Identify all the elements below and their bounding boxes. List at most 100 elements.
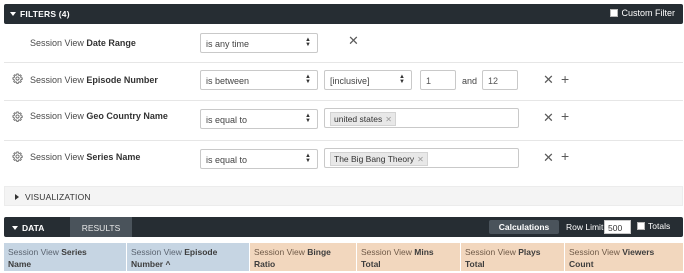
range-joiner-label: and (462, 76, 478, 86)
tab-results-label: RESULTS (81, 223, 121, 233)
filter-field-prefix: Session View (30, 38, 84, 48)
filter-field-label: Session View Geo Country Name (30, 111, 168, 121)
filters-header[interactable]: FILTERS (4) Custom Filter (4, 4, 683, 24)
gear-icon[interactable] (12, 73, 23, 84)
caret-down-icon (10, 12, 16, 16)
filter-field-name: Episode Number (86, 75, 158, 85)
remove-filter-icon[interactable]: ✕ (543, 73, 554, 86)
totals-label: Totals (648, 221, 671, 231)
filter-field-name: Geo Country Name (86, 111, 168, 121)
column-prefix: Session View (254, 247, 305, 257)
filter-field-label: Session View Episode Number (30, 75, 158, 85)
filter-row-date-range: Session View Date Range is any time ▲ ▼ ✕ (4, 26, 683, 60)
value-tag: The Big Bang Theory ✕ (330, 152, 428, 166)
tag-remove-icon[interactable]: ✕ (385, 115, 392, 124)
column-name: Binge (307, 247, 331, 257)
calculations-label: Calculations (498, 222, 550, 232)
results-table-header: Session View Series Name Session View Epi… (4, 243, 683, 271)
caret-down-icon (12, 226, 18, 230)
column-header-viewers-count[interactable]: Session View Viewers Count (565, 243, 683, 271)
range-high-input[interactable]: 12 (482, 70, 518, 90)
select-arrows-icon: ▲ ▼ (305, 74, 311, 85)
filter-field-name: Date Range (86, 38, 136, 48)
filter-field-prefix: Session View (30, 152, 84, 162)
select-arrows-icon: ▲ ▼ (305, 37, 311, 48)
column-name: Mins (414, 247, 434, 257)
tab-data[interactable]: DATA (4, 217, 70, 237)
filter-field-prefix: Session View (30, 75, 84, 85)
totals-toggle[interactable]: Totals (637, 221, 670, 231)
column-name-line2: Total (361, 259, 381, 269)
range-low-value: 1 (426, 76, 432, 86)
remove-filter-icon[interactable]: ✕ (348, 34, 359, 47)
operator-value: is any time (206, 39, 250, 49)
custom-filter-checkbox[interactable] (610, 9, 619, 17)
select-arrows-icon: ▲ ▼ (305, 113, 311, 124)
tag-remove-icon[interactable]: ✕ (417, 155, 424, 164)
column-name: Viewers (622, 247, 655, 257)
filter-field-label: Session View Date Range (30, 38, 136, 48)
gear-icon[interactable] (12, 111, 23, 122)
filter-field-name: Series Name (86, 152, 141, 162)
visualization-header[interactable]: VISUALIZATION (4, 186, 683, 206)
column-name-line2: Name (8, 259, 32, 269)
visualization-title-wrap[interactable]: VISUALIZATION (15, 192, 91, 202)
column-header-mins-total[interactable]: Session View Mins Total (357, 243, 461, 271)
column-prefix: Session View (465, 247, 516, 257)
gear-icon[interactable] (12, 151, 23, 162)
operator-select[interactable]: is any time ▲ ▼ (200, 33, 318, 53)
column-name: Episode (184, 247, 218, 257)
filters-title-wrap[interactable]: FILTERS (4) (10, 9, 70, 19)
column-prefix: Session View (361, 247, 412, 257)
operator-select[interactable]: is between ▲ ▼ (200, 70, 318, 90)
column-header-plays-total[interactable]: Session View Plays Total (461, 243, 565, 271)
filter-row-episode-number: Session View Episode Number is between ▲… (4, 62, 683, 96)
totals-checkbox[interactable] (637, 222, 645, 230)
remove-filter-icon[interactable]: ✕ (543, 151, 554, 164)
custom-filter-toggle[interactable]: Custom Filter (610, 8, 675, 18)
column-name-line2: Ratio (254, 259, 276, 269)
add-filter-icon[interactable]: + (561, 149, 569, 163)
column-header-binge-ratio[interactable]: Session View Binge Ratio (250, 243, 357, 271)
column-name-line2: Number ^ (131, 259, 171, 269)
operator-value: is equal to (206, 155, 248, 165)
range-mode-value: [inclusive] (330, 76, 370, 86)
remove-filter-icon[interactable]: ✕ (543, 111, 554, 124)
column-name: Plays (518, 247, 541, 257)
add-filter-icon[interactable]: + (561, 109, 569, 123)
column-prefix: Session View (131, 247, 182, 257)
row-limit-input[interactable]: 500 (604, 220, 631, 234)
select-arrows-icon: ▲ ▼ (305, 153, 311, 164)
operator-value: is between (206, 76, 250, 86)
calculations-button[interactable]: Calculations (489, 220, 559, 234)
row-limit-label: Row Limit (566, 222, 604, 232)
value-tag-input[interactable]: united states ✕ (324, 108, 519, 128)
column-header-episode-number[interactable]: Session View Episode Number ^ (127, 243, 250, 271)
operator-value: is equal to (206, 115, 248, 125)
add-filter-icon[interactable]: + (561, 72, 569, 86)
row-limit-value: 500 (608, 223, 623, 233)
operator-select[interactable]: is equal to ▲ ▼ (200, 109, 318, 129)
value-tag-label: The Big Bang Theory (334, 154, 415, 164)
value-tag-input[interactable]: The Big Bang Theory ✕ (324, 148, 519, 168)
filter-row-series-name: Session View Series Name is equal to ▲ ▼ … (4, 140, 683, 174)
column-header-series-name[interactable]: Session View Series Name (4, 243, 127, 271)
visualization-title: VISUALIZATION (25, 192, 91, 202)
column-prefix: Session View (569, 247, 620, 257)
filters-title: FILTERS (4) (20, 9, 70, 19)
column-name-line2: Count (569, 259, 594, 269)
tab-data-label: DATA (22, 223, 45, 233)
filter-field-prefix: Session View (30, 111, 84, 121)
column-name: Series (61, 247, 87, 257)
filter-row-geo-country: Session View Geo Country Name is equal t… (4, 100, 683, 134)
tab-results[interactable]: RESULTS (70, 217, 132, 237)
custom-filter-label: Custom Filter (621, 8, 675, 18)
operator-select[interactable]: is equal to ▲ ▼ (200, 149, 318, 169)
column-prefix: Session View (8, 247, 59, 257)
range-low-input[interactable]: 1 (420, 70, 456, 90)
select-arrows-icon: ▲ ▼ (399, 74, 405, 85)
range-mode-select[interactable]: [inclusive] ▲ ▼ (324, 70, 412, 90)
value-tag-label: united states (334, 114, 383, 124)
column-name-line2: Total (465, 259, 485, 269)
filter-field-label: Session View Series Name (30, 152, 140, 162)
